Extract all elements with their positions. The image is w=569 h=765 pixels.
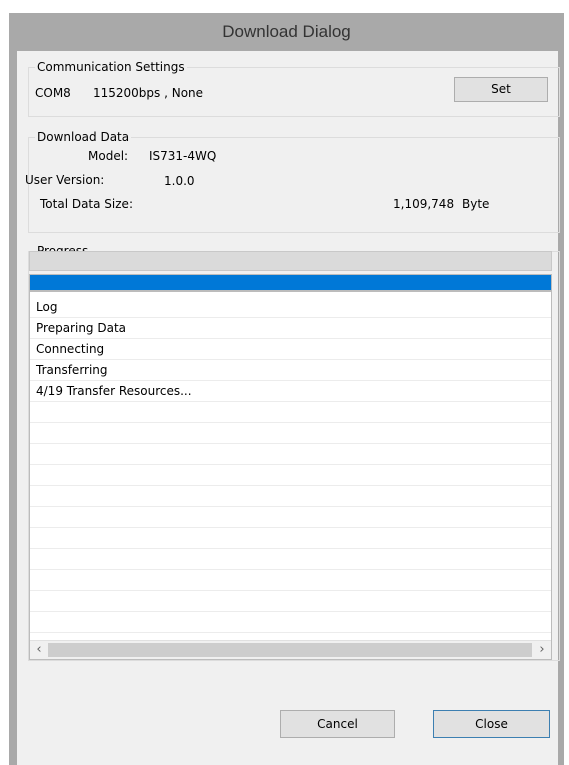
chevron-left-icon[interactable]: ‹ bbox=[30, 641, 48, 659]
baud-settings-label: 115200bps , None bbox=[93, 86, 204, 100]
empty-row bbox=[30, 612, 551, 633]
progress-bar bbox=[29, 274, 552, 291]
download-data-group: Download Data Model: IS731-4WQ User Vers… bbox=[25, 129, 560, 233]
download-dialog-window: Download Dialog Communication Settings C… bbox=[9, 13, 564, 765]
empty-row bbox=[30, 570, 551, 591]
total-data-size-label: Total Data Size: bbox=[40, 197, 133, 211]
com-port-label: COM8 bbox=[35, 86, 71, 100]
chevron-right-icon[interactable]: › bbox=[533, 641, 551, 659]
horizontal-scrollbar[interactable]: ‹ › bbox=[30, 640, 551, 659]
progress-header-strip bbox=[29, 251, 552, 271]
user-version-value: 1.0.0 bbox=[164, 174, 195, 188]
empty-row bbox=[30, 423, 551, 444]
empty-row bbox=[30, 591, 551, 612]
list-item[interactable]: Connecting bbox=[30, 339, 551, 360]
list-item[interactable]: Preparing Data bbox=[30, 318, 551, 339]
cancel-button[interactable]: Cancel bbox=[280, 710, 395, 738]
list-item[interactable]: Transferring bbox=[30, 360, 551, 381]
list-item[interactable]: 4/19 Transfer Resources... bbox=[30, 381, 551, 402]
empty-row bbox=[30, 444, 551, 465]
total-data-size-unit: Byte bbox=[462, 197, 490, 211]
empty-row bbox=[30, 465, 551, 486]
user-version-label: User Version: bbox=[25, 173, 105, 187]
close-button[interactable]: Close bbox=[433, 710, 550, 738]
set-button[interactable]: Set bbox=[454, 77, 548, 102]
download-data-legend: Download Data bbox=[35, 129, 132, 145]
model-value: IS731-4WQ bbox=[149, 149, 217, 163]
dialog-title: Download Dialog bbox=[222, 22, 351, 41]
progress-bar-fill bbox=[30, 275, 551, 290]
empty-row bbox=[30, 402, 551, 423]
total-data-size-value: 1,109,748 bbox=[393, 197, 455, 211]
log-header: Log bbox=[30, 297, 551, 318]
log-list[interactable]: Log Preparing Data Connecting Transferri… bbox=[29, 291, 552, 660]
empty-row bbox=[30, 549, 551, 570]
model-label: Model: bbox=[88, 149, 129, 163]
empty-row bbox=[30, 486, 551, 507]
empty-row bbox=[30, 507, 551, 528]
empty-row bbox=[30, 528, 551, 549]
communication-settings-group: Communication Settings COM8 115200bps , … bbox=[28, 59, 560, 117]
communication-settings-legend: Communication Settings bbox=[35, 59, 187, 75]
scrollbar-thumb[interactable] bbox=[48, 643, 532, 657]
